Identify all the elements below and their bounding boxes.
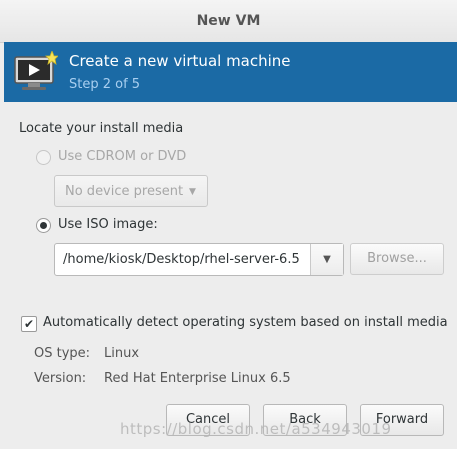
os-version-value: Red Hat Enterprise Linux 6.5 <box>104 371 291 386</box>
chevron-down-icon: ▼ <box>323 254 331 265</box>
checkmark-icon: ✔ <box>23 317 35 331</box>
browse-button[interactable]: Browse... <box>350 243 444 275</box>
os-version-label: Version: <box>34 371 87 386</box>
device-select-value: No device present <box>65 184 184 199</box>
autodetect-label: Automatically detect operating system ba… <box>43 315 448 330</box>
wizard-content: Locate your install media Use CDROM or D… <box>0 102 457 449</box>
autodetect-checkbox[interactable]: ✔ <box>21 316 37 332</box>
iso-path-combo[interactable]: /home/kiosk/Desktop/rhel-server-6.5 ▼ <box>54 243 344 276</box>
media-heading: Locate your install media <box>19 121 184 136</box>
device-select[interactable]: No device present ▼ <box>54 175 208 207</box>
os-type-label: OS type: <box>34 346 91 361</box>
iso-dropdown-button[interactable]: ▼ <box>310 244 343 275</box>
iso-path-input[interactable]: /home/kiosk/Desktop/rhel-server-6.5 <box>63 244 309 275</box>
wizard-banner: Create a new virtual machine Step 2 of 5 <box>4 42 457 102</box>
cdrom-label: Use CDROM or DVD <box>58 149 187 164</box>
chevron-down-icon: ▼ <box>189 187 196 197</box>
banner-step: Step 2 of 5 <box>69 77 141 92</box>
watermark: https://blog.csdn.net/a534943019 <box>120 420 392 438</box>
banner-title: Create a new virtual machine <box>69 52 291 70</box>
window-titlebar: New VM <box>0 0 457 43</box>
os-type-value: Linux <box>104 346 140 361</box>
iso-label: Use ISO image: <box>58 217 158 232</box>
cdrom-radio[interactable] <box>36 150 51 165</box>
monitor-new-icon <box>14 51 58 90</box>
iso-radio[interactable] <box>36 218 51 233</box>
window-title: New VM <box>196 13 261 29</box>
